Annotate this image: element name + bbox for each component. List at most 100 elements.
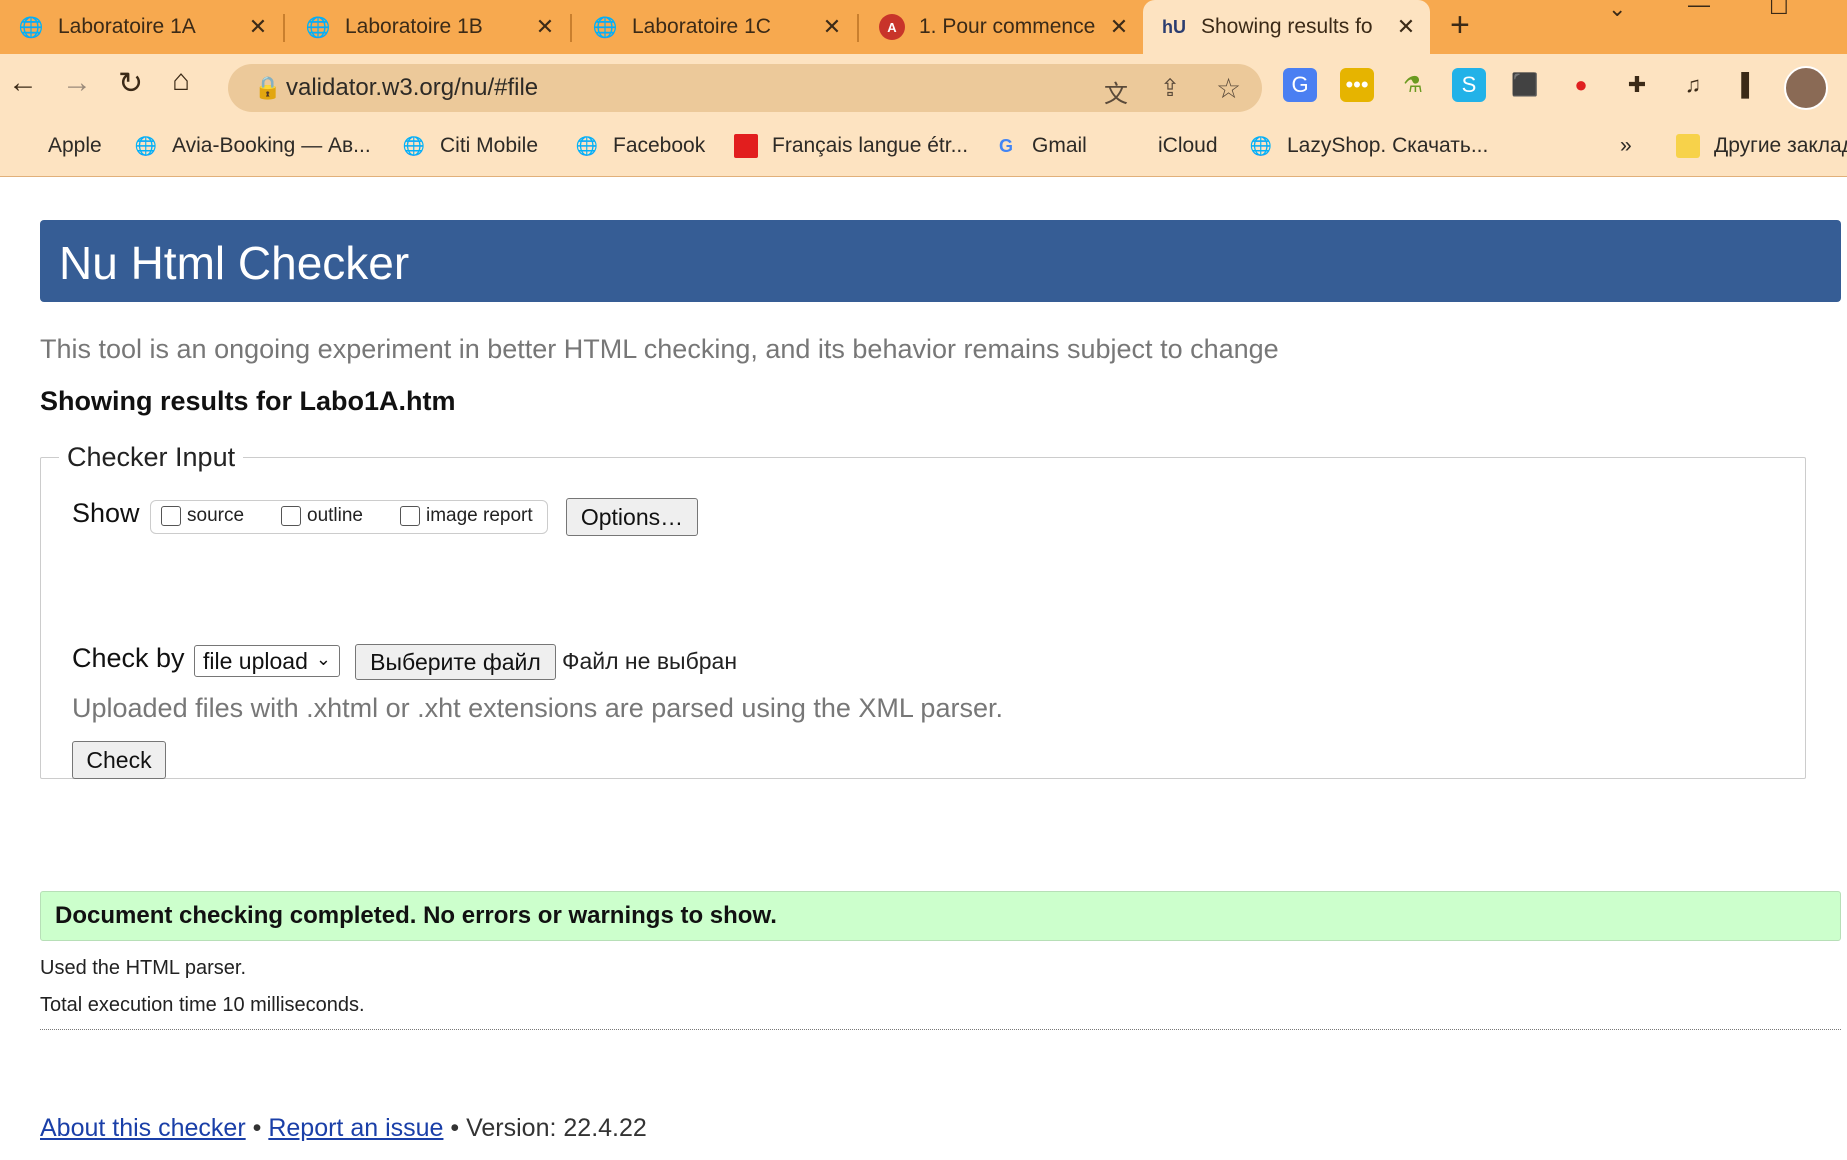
flask-icon[interactable]: ⚗ [1396, 68, 1430, 102]
tab-laboratoire-1a[interactable]: 🌐 Laboratoire 1A ✕ [0, 0, 282, 54]
close-icon[interactable]: ✕ [1105, 14, 1133, 40]
footer: About this checker • Report an issue • V… [40, 1114, 647, 1143]
bookmark-label: Apple [48, 134, 102, 157]
translate-icon[interactable]: 文 [1104, 74, 1128, 109]
app-icon: A [879, 14, 905, 40]
select-value: file upload [203, 647, 308, 674]
page-title: Nu Html Checker [59, 237, 410, 289]
bookmark-apple[interactable]: Apple [10, 134, 102, 158]
forward-icon[interactable]: → [62, 66, 92, 100]
bookmark-icloud[interactable]: iCloud [1120, 134, 1218, 158]
success-message: Document checking completed. No errors o… [55, 902, 777, 929]
globe-icon: 🌐 [592, 16, 618, 39]
success-message-box: Document checking completed. No errors o… [40, 891, 1841, 941]
vpn-icon[interactable]: ⬛ [1508, 68, 1542, 102]
avatar[interactable] [1784, 66, 1828, 110]
bookmark-label: Avia-Booking — Ав... [172, 134, 371, 157]
show-options-group: source outline image report [150, 500, 548, 534]
folder-icon [1676, 134, 1700, 158]
parser-note: Used the HTML parser. [40, 957, 247, 979]
address-bar[interactable]: 🔒 validator.w3.org/nu/#file 文 ⇪ ☆ [228, 64, 1262, 112]
tab-laboratoire-1c[interactable]: 🌐 Laboratoire 1C ✕ [574, 0, 856, 54]
no-file-text: Файл не выбран [562, 648, 738, 674]
choose-file-button[interactable]: Выберите файл [355, 644, 556, 680]
record-icon[interactable]: ● [1564, 68, 1598, 102]
report-issue-link[interactable]: Report an issue [268, 1114, 443, 1142]
flag-icon [734, 134, 758, 158]
share-icon[interactable]: ⇪ [1160, 74, 1180, 103]
tab-title: Laboratoire 1A [58, 15, 196, 38]
side-panel-icon[interactable]: ▌ [1732, 68, 1766, 102]
minimize-icon[interactable]: — [1688, 0, 1710, 18]
bookmarks-bar: Apple 🌐 Avia-Booking — Ав... 🌐 Citi Mobile… [0, 122, 1847, 177]
checkbox-box[interactable] [281, 506, 301, 526]
google-translate-icon[interactable]: G [1283, 68, 1317, 102]
globe-icon: 🌐 [18, 16, 44, 39]
bookmark-star-icon[interactable]: ☆ [1216, 72, 1241, 105]
new-tab-button[interactable]: + [1450, 6, 1470, 45]
extension-icon[interactable]: ••• [1340, 68, 1374, 102]
checkbox-box[interactable] [161, 506, 181, 526]
close-icon[interactable]: ✕ [818, 14, 846, 40]
close-icon[interactable]: ✕ [531, 14, 559, 40]
upload-note: Uploaded files with .xhtml or .xht exten… [72, 693, 1003, 723]
other-bookmarks[interactable]: Другие заклад [1676, 134, 1847, 158]
tab-title: Showing results fo [1201, 15, 1373, 38]
tab-showing-results[interactable]: hU Showing results fo ✕ [1143, 0, 1430, 54]
skype-icon[interactable]: S [1452, 68, 1486, 102]
reload-icon[interactable]: ↻ [118, 66, 143, 101]
about-checker-link[interactable]: About this checker [40, 1114, 246, 1142]
show-label: Show [72, 498, 140, 528]
checker-input-fieldset: Checker Input [40, 442, 1806, 779]
overflow-label: » [1620, 134, 1632, 157]
bookmark-francais[interactable]: Français langue étr... [734, 134, 968, 158]
results-heading: Showing results for Labo1A.htm [40, 386, 456, 416]
tab-strip: 🌐 Laboratoire 1A ✕ 🌐 Laboratoire 1B ✕ 🌐 … [0, 0, 1847, 54]
source-checkbox[interactable]: source [161, 505, 244, 527]
bookmark-gmail[interactable]: G Gmail [994, 134, 1087, 158]
globe-icon: 🌐 [305, 16, 331, 39]
bookmark-facebook[interactable]: 🌐 Facebook [575, 134, 705, 158]
tab-search-icon[interactable]: ⌄ [1608, 0, 1626, 22]
other-bookmarks-label: Другие заклад [1714, 134, 1847, 157]
check-button[interactable]: Check [72, 741, 166, 779]
image-report-checkbox[interactable]: image report [400, 505, 533, 527]
close-icon[interactable]: ✕ [1392, 14, 1420, 40]
bookmark-label: LazyShop. Скачать... [1287, 134, 1489, 157]
bookmark-label: iCloud [1158, 134, 1218, 157]
tab-laboratoire-1b[interactable]: 🌐 Laboratoire 1B ✕ [287, 0, 569, 54]
back-icon[interactable]: ← [8, 66, 38, 100]
chevron-down-icon: ⌄ [315, 649, 331, 669]
apple-icon [10, 134, 34, 158]
checker-input-legend: Checker Input [67, 442, 236, 472]
checkbox-box[interactable] [400, 506, 420, 526]
globe-icon: 🌐 [402, 135, 426, 156]
bookmark-lazyshop[interactable]: 🌐 LazyShop. Скачать... [1249, 134, 1489, 158]
extensions-puzzle-icon[interactable]: ✚ [1620, 68, 1654, 102]
bookmark-label: Citi Mobile [440, 134, 539, 157]
page-banner: Nu Html Checker [40, 220, 1841, 302]
apple-icon [1120, 134, 1144, 158]
options-button[interactable]: Options… [566, 498, 698, 536]
divider [40, 1029, 1841, 1030]
home-icon[interactable]: ⌂ [172, 64, 190, 98]
bookmark-citi-mobile[interactable]: 🌐 Citi Mobile [402, 134, 538, 158]
maximize-icon[interactable]: ☐ [1769, 0, 1789, 20]
version-text: • Version: 22.4.22 [450, 1114, 647, 1142]
intro-text: This tool is an ongoing experiment in be… [40, 334, 1279, 364]
lock-icon[interactable]: 🔒 [254, 75, 281, 101]
bookmarks-overflow-button[interactable]: » [1620, 134, 1632, 158]
outline-checkbox[interactable]: outline [281, 505, 363, 527]
bookmark-label: Facebook [613, 134, 706, 157]
tab-title: Laboratoire 1B [345, 15, 483, 38]
footer-separator: • [252, 1114, 262, 1142]
checkbox-label: source [187, 505, 245, 526]
media-control-icon[interactable]: ♫ [1676, 68, 1710, 102]
url-text[interactable]: validator.w3.org/nu/#file [286, 74, 538, 102]
close-icon[interactable]: ✕ [244, 14, 272, 40]
check-by-select[interactable]: file upload ⌄ [194, 645, 340, 677]
tab-separator [570, 14, 572, 42]
bookmark-avia-booking[interactable]: 🌐 Avia-Booking — Ав... [134, 134, 371, 158]
tab-pour-commencer[interactable]: A 1. Pour commence ✕ [861, 0, 1143, 54]
check-by-label: Check by [72, 643, 185, 673]
